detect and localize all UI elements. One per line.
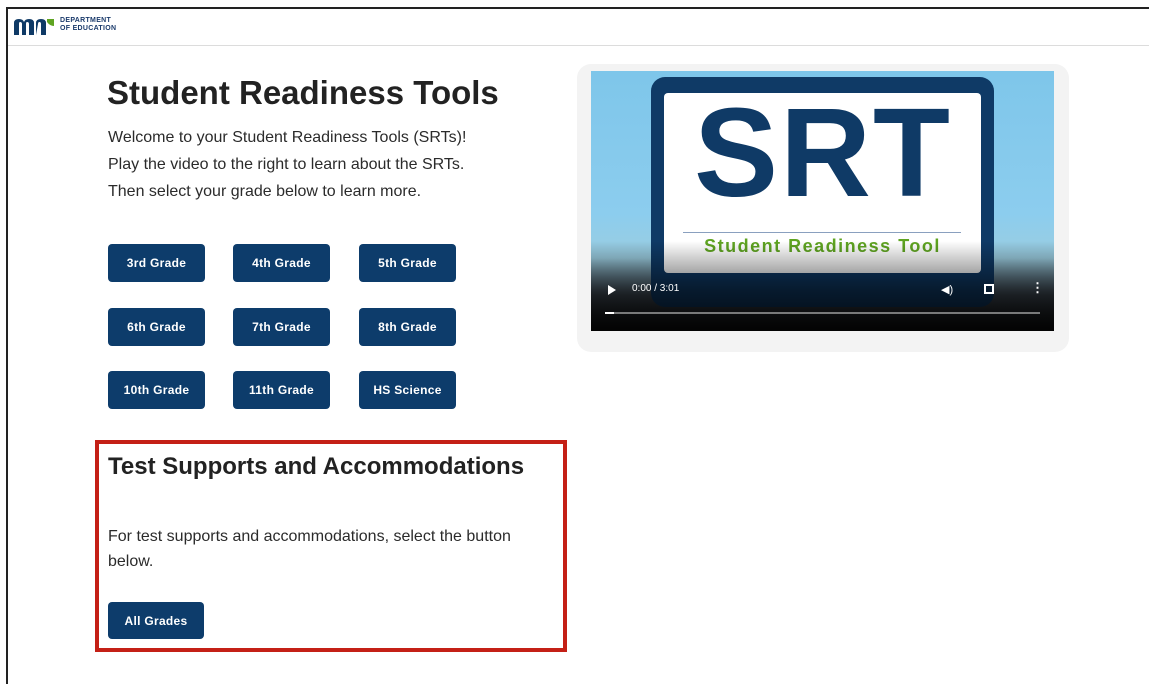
grade-10-button[interactable]: 10th Grade (108, 371, 205, 409)
grade-4-button[interactable]: 4th Grade (233, 244, 330, 282)
intro-line: Then select your grade below to learn mo… (108, 183, 422, 200)
video-time: 0:00 / 3:01 (632, 283, 680, 294)
video-progress-bar[interactable] (605, 312, 1040, 314)
volume-icon[interactable]: ◀) (941, 283, 953, 296)
grade-3-button[interactable]: 3rd Grade (108, 244, 205, 282)
grade-6-button[interactable]: 6th Grade (108, 308, 205, 346)
logo-text-line2: OF EDUCATION (60, 24, 117, 32)
video-progress-fill (605, 312, 614, 314)
grade-7-button[interactable]: 7th Grade (233, 308, 330, 346)
hs-science-button[interactable]: HS Science (359, 371, 456, 409)
mn-logo-icon (14, 19, 54, 35)
page-title: Student Readiness Tools (107, 74, 499, 111)
more-options-icon[interactable]: ⋮ (1031, 281, 1044, 294)
grade-8-button[interactable]: 8th Grade (359, 308, 456, 346)
mde-logo[interactable]: DEPARTMENT OF EDUCATION (14, 17, 116, 35)
fullscreen-icon[interactable] (984, 284, 994, 294)
srt-divider (683, 232, 961, 233)
video-player[interactable]: SRT Student Readiness Tool 0:00 / 3:01 ◀… (591, 71, 1054, 331)
all-grades-button[interactable]: All Grades (108, 602, 204, 639)
video-controls: 0:00 / 3:01 ◀) ⋮ (591, 279, 1054, 307)
logo-text-line1: DEPARTMENT (60, 17, 112, 24)
top-bar: DEPARTMENT OF EDUCATION (8, 9, 1149, 46)
supports-title: Test Supports and Accommodations (108, 453, 525, 480)
supports-text: For test supports and accommodations, se… (108, 528, 511, 570)
intro-line: Play the video to the right to learn abo… (108, 156, 465, 173)
play-icon[interactable] (608, 285, 616, 295)
srt-logo-text: SRT (694, 82, 952, 223)
grade-5-button[interactable]: 5th Grade (359, 244, 456, 282)
grade-11-button[interactable]: 11th Grade (233, 371, 330, 409)
logo-text: DEPARTMENT OF EDUCATION (60, 17, 116, 32)
intro-text: Welcome to your Student Readiness Tools … (108, 124, 548, 205)
intro-line: Welcome to your Student Readiness Tools … (108, 129, 467, 146)
